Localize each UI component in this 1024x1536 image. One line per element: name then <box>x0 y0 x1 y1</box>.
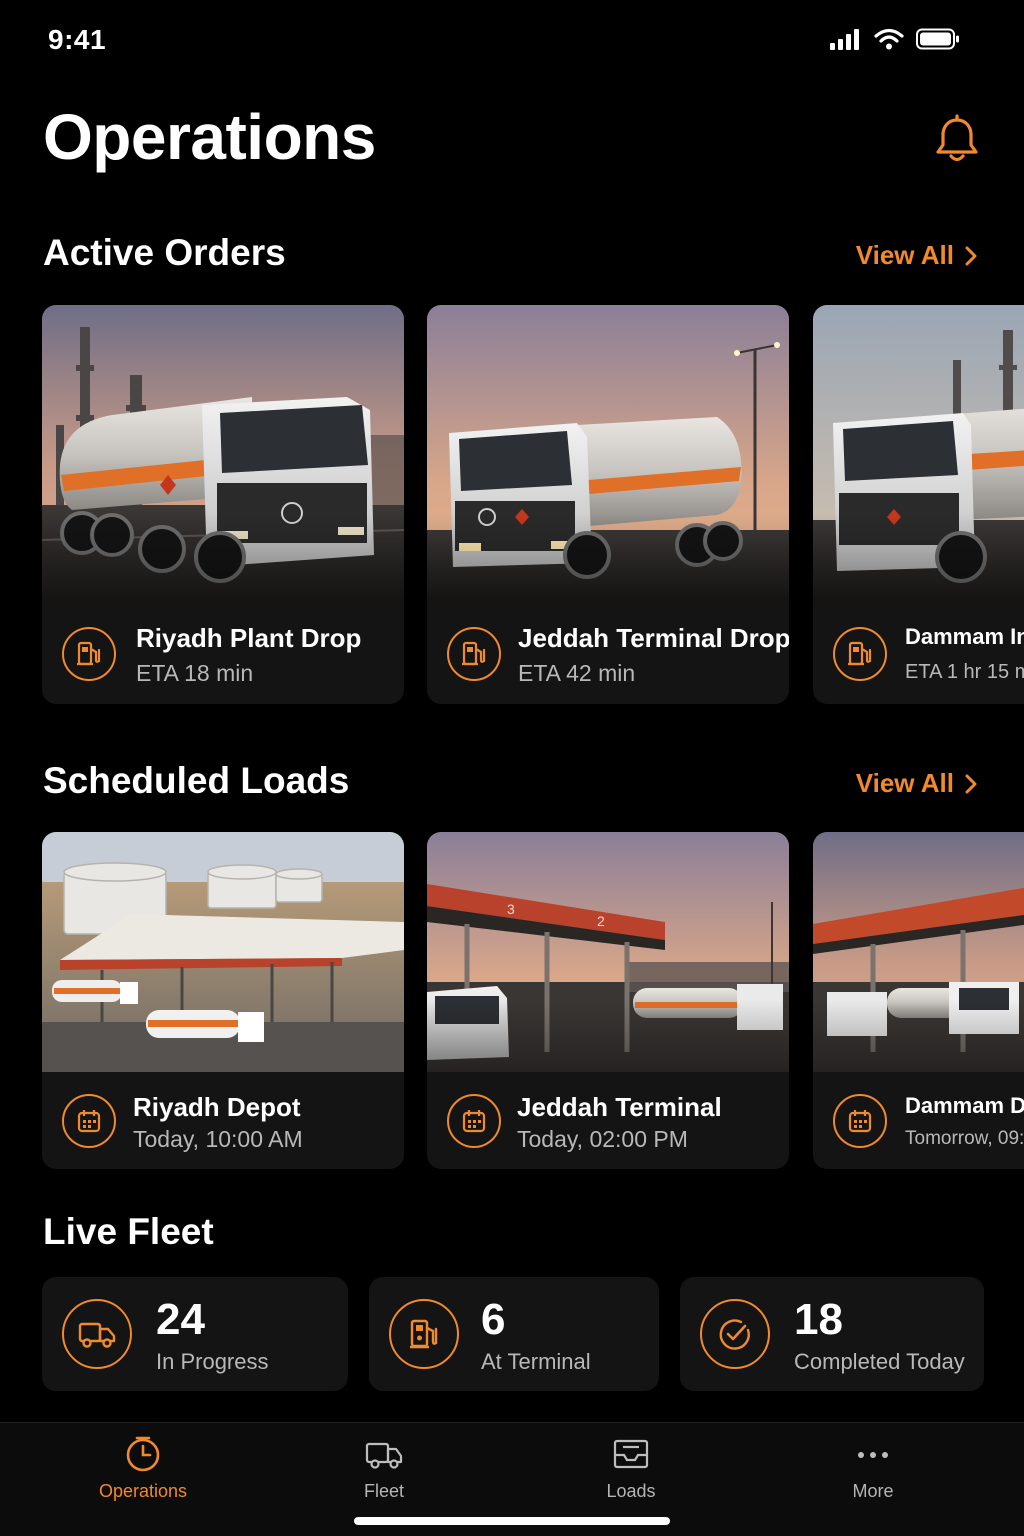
order-title: Riyadh Plant Drop <box>136 623 362 653</box>
fuel-pump-icon <box>62 627 116 681</box>
load-time: Today, 02:00 PM <box>517 1126 688 1152</box>
calendar-icon <box>62 1094 116 1148</box>
home-indicator[interactable] <box>354 1517 670 1525</box>
stat-label: In Progress <box>156 1349 269 1374</box>
active-order-card[interactable]: Dammam In ETA 1 hr 15 mi <box>813 305 1024 704</box>
active-order-card[interactable]: Riyadh Plant Drop ETA 18 min <box>42 305 404 704</box>
tanker-truck-image <box>427 305 789 603</box>
active-orders-title: Active Orders <box>43 232 286 273</box>
load-time: Tomorrow, 09:00 <box>905 1128 1024 1149</box>
fuel-pump-icon <box>389 1299 459 1369</box>
active-orders-carousel[interactable]: Riyadh Plant Drop ETA 18 min Jeddah Term… <box>0 305 1024 705</box>
more-icon <box>858 1452 888 1458</box>
order-eta: ETA 1 hr 15 mi <box>905 661 1024 683</box>
stat-at-terminal[interactable]: 6 At Terminal <box>369 1277 659 1391</box>
tray-icon <box>613 1439 649 1469</box>
status-bar: 9:41 <box>0 0 1024 84</box>
stat-value: 6 <box>481 1295 506 1344</box>
clock-icon <box>126 1436 160 1472</box>
stat-value: 18 <box>794 1295 843 1344</box>
tab-label: Loads <box>606 1481 656 1501</box>
tab-label: Fleet <box>363 1481 405 1501</box>
load-title: Riyadh Depot <box>133 1092 301 1122</box>
tab-loads[interactable]: Loads <box>561 1435 701 1502</box>
tab-more[interactable]: More <box>803 1435 943 1502</box>
page-title: Operations <box>43 101 376 173</box>
fuel-pump-icon <box>447 627 501 681</box>
scheduled-loads-carousel[interactable]: Riyadh Depot Today, 10:00 AM 3 2 <box>0 832 1024 1170</box>
active-order-card[interactable]: Jeddah Terminal Drop ETA 42 min <box>427 305 789 704</box>
order-eta: ETA 18 min <box>136 660 254 686</box>
scheduled-load-card[interactable]: Dammam De Tomorrow, 09:00 <box>813 832 1024 1169</box>
wifi-icon <box>874 28 904 50</box>
fuel-depot-image <box>42 832 404 1072</box>
fuel-terminal-image: 3 2 <box>427 832 789 1072</box>
view-all-label: View All <box>855 768 954 798</box>
fuel-pump-icon <box>833 627 887 681</box>
tab-fleet[interactable]: Fleet <box>314 1435 454 1502</box>
notification-bell-icon[interactable] <box>930 112 984 166</box>
calendar-icon <box>833 1094 887 1148</box>
active-orders-view-all-button[interactable]: View All <box>856 240 980 271</box>
order-title: Dammam In <box>905 624 1024 649</box>
order-title: Jeddah Terminal Drop <box>518 623 789 653</box>
truck-icon <box>365 1442 403 1469</box>
stat-value: 24 <box>156 1295 205 1344</box>
scheduled-loads-title: Scheduled Loads <box>43 760 350 801</box>
status-time: 9:41 <box>48 24 107 55</box>
load-title: Dammam De <box>905 1093 1024 1118</box>
scheduled-load-card[interactable]: Riyadh Depot Today, 10:00 AM <box>42 832 404 1169</box>
chevron-right-icon <box>965 246 977 265</box>
stat-label: Completed Today <box>794 1349 965 1374</box>
stat-completed-today[interactable]: 18 Completed Today <box>680 1277 984 1391</box>
calendar-icon <box>447 1094 501 1148</box>
truck-icon <box>62 1299 132 1369</box>
live-fleet-title: Live Fleet <box>43 1211 214 1252</box>
load-time: Today, 10:00 AM <box>133 1126 303 1152</box>
cellular-signal-icon <box>830 29 859 50</box>
tab-label: Operations <box>98 1481 188 1501</box>
scheduled-load-card[interactable]: 3 2 Jeddah Terminal Today, 02:00 PM <box>427 832 789 1169</box>
tanker-truck-image <box>813 305 1024 603</box>
fuel-terminal-image <box>813 832 1024 1072</box>
view-all-label: View All <box>855 240 954 270</box>
stat-in-progress[interactable]: 24 In Progress <box>42 1277 348 1391</box>
battery-icon <box>916 28 959 50</box>
status-icons <box>830 28 960 50</box>
order-eta: ETA 42 min <box>518 660 636 686</box>
tab-label: More <box>852 1481 894 1501</box>
chevron-right-icon <box>965 774 977 793</box>
scheduled-loads-view-all-button[interactable]: View All <box>856 768 980 799</box>
check-circle-icon <box>700 1299 770 1369</box>
tanker-truck-image <box>42 305 404 603</box>
load-title: Jeddah Terminal <box>517 1092 722 1122</box>
stat-label: At Terminal <box>481 1349 591 1374</box>
tab-operations[interactable]: Operations <box>73 1435 213 1502</box>
